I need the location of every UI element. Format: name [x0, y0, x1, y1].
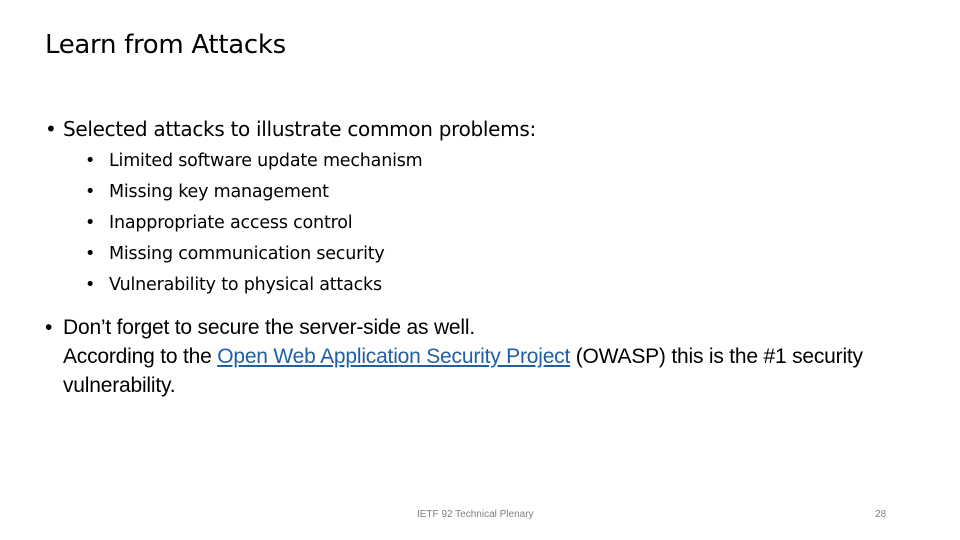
sub-bullet-item: • Vulnerability to physical attacks [45, 270, 925, 301]
owasp-link[interactable]: Open Web Application Security Project [217, 345, 570, 368]
bullet-text-prefix: According to the [63, 345, 218, 368]
sub-bullet-text: Missing communication security [109, 244, 385, 264]
sub-bullet-item: • Inappropriate access control [45, 208, 925, 239]
bullet-icon: • [45, 316, 53, 339]
bullet-text: Selected attacks to illustrate common pr… [63, 117, 536, 141]
slide-body: • Selected attacks to illustrate common … [45, 116, 925, 400]
sub-bullet-item: • Limited software update mechanism [45, 146, 925, 177]
sub-bullet-text: Limited software update mechanism [109, 151, 423, 171]
sub-bullet-text: Missing key management [109, 182, 329, 202]
bullet-text-line1: Don’t forget to secure the server-side a… [63, 316, 475, 339]
footer-text: IETF 92 Technical Plenary [417, 509, 534, 520]
slide-number: 28 [875, 509, 887, 520]
bullet-icon: • [85, 244, 96, 264]
sub-bullet-item: • Missing key management [45, 177, 925, 208]
sub-bullet-text: Inappropriate access control [109, 213, 353, 233]
sub-bullet-item: • Missing communication security [45, 239, 925, 270]
bullet-icon: • [85, 213, 96, 233]
bullet-icon: • [85, 151, 96, 171]
bullet-selected-attacks: • Selected attacks to illustrate common … [45, 116, 925, 142]
sub-bullet-list: • Limited software update mechanism • Mi… [45, 146, 925, 301]
bullet-icon: • [45, 117, 57, 141]
bullet-icon: • [85, 182, 96, 202]
bullet-server-side: • Don’t forget to secure the server-side… [45, 313, 925, 400]
sub-bullet-text: Vulnerability to physical attacks [109, 275, 382, 295]
bullet-icon: • [85, 275, 96, 295]
slide-title: Learn from Attacks [45, 30, 286, 60]
